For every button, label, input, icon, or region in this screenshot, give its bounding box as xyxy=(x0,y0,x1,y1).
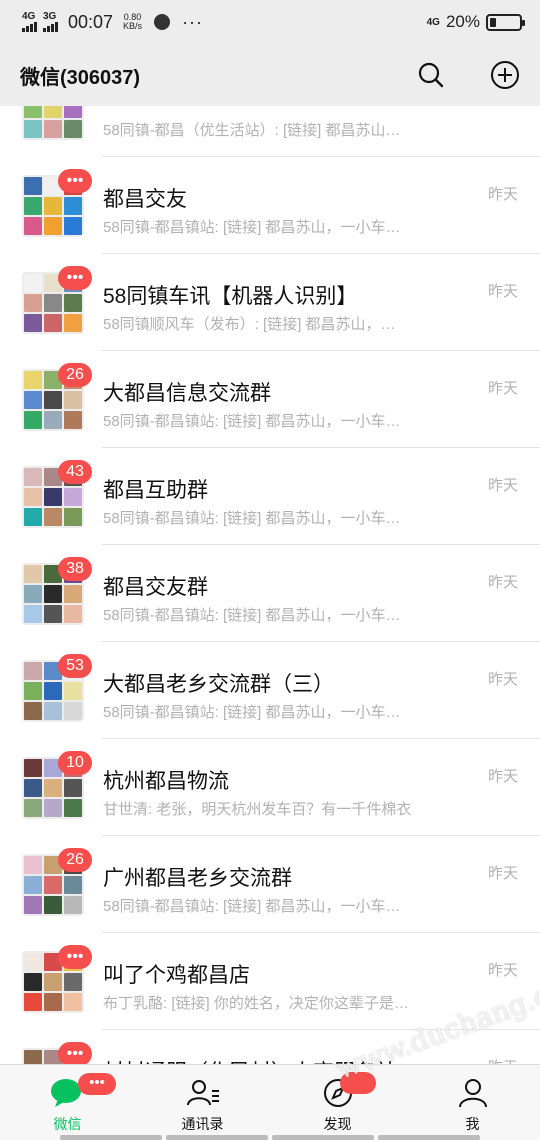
signal-4g: 4G xyxy=(22,12,37,32)
search-icon xyxy=(418,62,444,88)
unread-badge: 26 xyxy=(58,363,92,387)
app-header: 微信(306037) xyxy=(0,44,540,106)
chat-title: 叫了个鸡都昌店 xyxy=(103,964,250,987)
chat-row[interactable]: 43 都昌互助群 58同镇-都昌镇站: [链接] 都昌苏山，一小车… 昨天 xyxy=(0,448,540,545)
network-speed-unit: KB/s xyxy=(123,21,143,31)
chat-preview: 布丁乳酪: [链接] 你的姓名，决定你这辈子是… xyxy=(103,995,409,1012)
add-button[interactable] xyxy=(490,60,520,90)
tab-label: 通讯录 xyxy=(181,1116,224,1132)
net-type-label: 3G xyxy=(43,11,57,22)
chat-title: 村村通服（化民村）电商服务站 xyxy=(103,1056,397,1064)
signal-3g: 3G xyxy=(43,12,58,32)
chat-time: 昨天 xyxy=(487,865,518,882)
chat-preview: 58同镇-都昌镇站: [链接] 都昌苏山，一小车… xyxy=(103,898,401,915)
chat-preview: 58同镇顺风车（发布）: [链接] 都昌苏山，… xyxy=(103,316,396,333)
tab-contacts[interactable]: 通讯录 xyxy=(135,1065,270,1140)
battery-level xyxy=(490,17,496,27)
plus-circle-icon xyxy=(491,61,519,89)
chat-row[interactable]: 53 大都昌老乡交流群（三） 58同镇-都昌镇站: [链接] 都昌苏山，一小车… 昨天 xyxy=(0,642,540,739)
chat-title: 都昌互助群 xyxy=(103,479,208,502)
chat-row[interactable]: 26 大都昌信息交流群 58同镇-都昌镇站: [链接] 都昌苏山，一小车… 昨天 xyxy=(0,351,540,448)
tab-bar: 微信 ••• 通讯录 发现 我 xyxy=(0,1064,540,1140)
chat-preview: 58同镇-都昌镇站: [链接] 都昌苏山，一小车… xyxy=(103,607,401,624)
page-title: 微信(306037) xyxy=(20,66,141,89)
status-bar: 4G 3G 00:07 0.80 KB/s ··· 4G 20% xyxy=(0,0,540,44)
chat-row[interactable]: 10 杭州都昌物流甘世清: 老张，明天杭州发车百？有一千件棉衣 昨天 xyxy=(0,739,540,836)
person-icon xyxy=(455,1075,491,1111)
battery-icon xyxy=(486,13,525,31)
chat-time: 昨天 xyxy=(487,477,518,494)
battery-percent: 20% xyxy=(445,12,480,31)
app-notification-icon xyxy=(154,14,171,30)
chat-row[interactable]: 58同镇-都昌（优生活站）: [链接] 都昌苏山… xyxy=(0,106,540,157)
chat-preview: 58同镇-都昌（优生活站）: [链接] 都昌苏山… xyxy=(103,122,401,139)
chat-row[interactable]: ••• 都昌交友 58同镇-都昌镇站: [链接] 都昌苏山，一小车… 昨天 xyxy=(0,157,540,254)
chat-list[interactable]: 58同镇-都昌（优生活站）: [链接] 都昌苏山… ••• 都昌交友 58同镇-都昌镇… xyxy=(0,106,540,1064)
chat-title: 广州都昌老乡交流群 xyxy=(103,867,292,890)
chat-row[interactable]: ••• 村村通服（化民村）电商服务站 昨天 xyxy=(0,1030,540,1064)
unread-badge: 10 xyxy=(58,751,92,775)
chat-time: 昨天 xyxy=(487,380,518,397)
tab-discover[interactable]: 发现 xyxy=(270,1065,405,1140)
unread-badge: ••• xyxy=(58,945,92,969)
chat-preview: 58同镇-都昌镇站: [链接] 都昌苏山，一小车… xyxy=(103,704,401,721)
signal-bars-icon xyxy=(22,22,37,32)
chat-preview: 58同镇-都昌镇站: [链接] 都昌苏山，一小车… xyxy=(103,219,401,236)
chat-time: 昨天 xyxy=(487,574,518,591)
chat-row[interactable]: 26 广州都昌老乡交流群 58同镇-都昌镇站: [链接] 都昌苏山，一小车… 昨天 xyxy=(0,836,540,933)
chat-row[interactable]: ••• 叫了个鸡都昌店布丁乳酪: [链接] 你的姓名，决定你这辈子是… 昨天 xyxy=(0,933,540,1030)
unread-badge: ••• xyxy=(58,1042,92,1064)
net-type-right: 4G xyxy=(426,16,440,28)
chat-title: 都昌交友群 xyxy=(103,576,208,599)
chat-preview: 58同镇-都昌镇站: [链接] 都昌苏山，一小车… xyxy=(103,413,401,430)
chat-time: 昨天 xyxy=(487,283,518,300)
home-indicator xyxy=(60,1135,480,1140)
chat-time: 昨天 xyxy=(487,671,518,688)
chat-title: 杭州都昌物流 xyxy=(103,770,229,793)
unread-badge: 53 xyxy=(58,654,92,678)
unread-badge: ••• xyxy=(58,169,92,193)
chat-preview: 58同镇-都昌镇站: [链接] 都昌苏山，一小车… xyxy=(103,510,401,527)
unread-badge: ••• xyxy=(78,1073,116,1095)
signal-bars-icon xyxy=(43,22,58,32)
chat-preview: 甘世清: 老张，明天杭州发车百？有一千件棉衣 xyxy=(103,801,412,818)
unread-badge: 43 xyxy=(58,460,92,484)
unread-badge: 38 xyxy=(58,557,92,581)
chat-title: 都昌交友 xyxy=(103,188,187,211)
group-avatar xyxy=(22,106,84,140)
status-time: 00:07 xyxy=(68,11,114,32)
unread-badge: 26 xyxy=(58,848,92,872)
tab-label: 微信 xyxy=(53,1116,82,1132)
tab-chats[interactable]: 微信 ••• xyxy=(0,1065,135,1140)
net-type-label: 4G xyxy=(22,11,36,22)
more-notifications-icon: ··· xyxy=(182,11,204,32)
chat-title: 大都昌信息交流群 xyxy=(103,382,271,405)
chat-time: 昨天 xyxy=(488,1056,518,1064)
chat-row[interactable]: ••• 58同镇车讯【机器人识别】 58同镇顺风车（发布）: [链接] 都昌苏山，…… xyxy=(0,254,540,351)
contacts-icon xyxy=(185,1075,221,1111)
network-speed: 0.80 KB/s xyxy=(123,12,143,32)
tab-label: 我 xyxy=(465,1116,480,1132)
discover-badge xyxy=(340,1072,376,1094)
chat-time: 昨天 xyxy=(487,186,518,203)
unread-badge: ••• xyxy=(58,266,92,290)
chat-title: 58同镇车讯【机器人识别】 xyxy=(103,285,358,308)
search-button[interactable] xyxy=(416,60,446,90)
chat-time: 昨天 xyxy=(487,768,518,785)
chat-title: 大都昌老乡交流群（三） xyxy=(103,673,334,696)
chat-time: 昨天 xyxy=(487,962,518,979)
tab-me[interactable]: 我 xyxy=(405,1065,540,1140)
tab-label: 发现 xyxy=(323,1116,352,1132)
chat-row[interactable]: 38 都昌交友群 58同镇-都昌镇站: [链接] 都昌苏山，一小车… 昨天 xyxy=(0,545,540,642)
